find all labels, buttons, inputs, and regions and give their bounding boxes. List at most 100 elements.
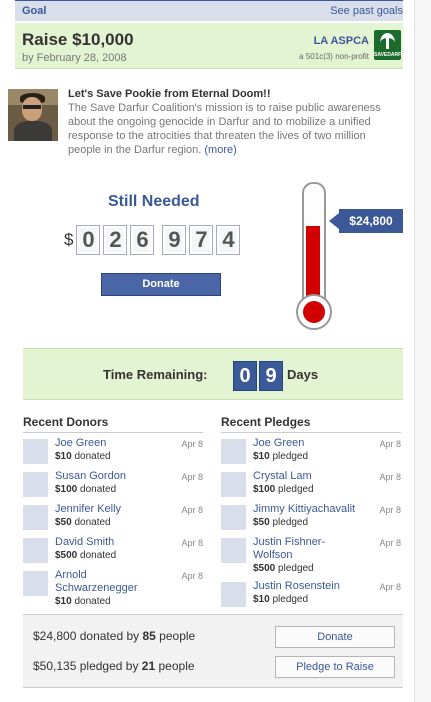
pledge-item: Justin Rosenstein $10 pledged Apr 8 (221, 580, 401, 609)
donor-name[interactable]: David Smith (55, 536, 114, 548)
story-title: Let's Save Pookie from Eternal Doom!! (68, 88, 271, 100)
donated-people: people (159, 629, 196, 643)
donor-item: David Smith $500 donated Apr 8 (23, 536, 203, 565)
goal-title: Raise $10,000 (22, 30, 134, 49)
counter-digit: 2 (103, 225, 128, 255)
pledge-item: Joe Green $10 pledged Apr 8 (221, 437, 401, 466)
avatar[interactable] (221, 439, 246, 464)
recent-pledges-title: Recent Pledges (221, 415, 401, 433)
recent-pledges: Recent Pledges Joe Green $10 pledged Apr … (221, 415, 401, 609)
donor-amount: $10 (55, 596, 72, 607)
days-unit: Days (287, 367, 319, 382)
pledge-date: Apr 8 (379, 472, 401, 482)
donor-verb: donated (80, 550, 117, 561)
time-remaining-box: Time Remaining: 0 9 Days (23, 348, 403, 400)
donor-amount: $100 (55, 484, 78, 495)
currency-symbol: $ (64, 230, 74, 249)
donated-text: donated by (79, 629, 140, 643)
donor-date: Apr 8 (181, 472, 203, 482)
donor-item: Susan Gordon $100 donated Apr 8 (23, 470, 203, 499)
counter-digit: 9 (162, 225, 187, 255)
pledger-name[interactable]: Crystal Lam (253, 470, 312, 482)
donor-name[interactable]: Susan Gordon (55, 470, 126, 482)
donor-date: Apr 8 (181, 538, 203, 548)
donor-item: Arnold Schwarzenegger $10 donated Apr 8 (23, 569, 203, 609)
pledge-date: Apr 8 (379, 538, 401, 548)
pledge-amount: $50 (253, 517, 270, 528)
goal-deadline: by February 28, 2008 (22, 52, 127, 64)
pledge-verb: pledged (278, 563, 314, 574)
pledge-amount: $500 (253, 563, 276, 574)
days-digit: 9 (259, 361, 283, 391)
pledged-people: people (158, 659, 195, 673)
avatar[interactable] (23, 505, 48, 530)
save-darfur-logo[interactable]: SAVEDARFUR (374, 30, 409, 60)
summary-donate-button[interactable]: Donate (275, 626, 395, 648)
time-remaining-label: Time Remaining: (103, 367, 208, 382)
donor-date: Apr 8 (181, 571, 203, 581)
pledger-name[interactable]: Jimmy Kittiyachavalit (253, 503, 355, 515)
pledge-verb: pledged (272, 451, 309, 462)
raised-amount: $24,800 (339, 209, 403, 233)
more-link[interactable]: (more) (204, 144, 236, 156)
pledger-name[interactable]: Justin Rosenstein (253, 580, 340, 592)
avatar[interactable] (221, 472, 246, 497)
donor-count: 85 (142, 629, 156, 643)
donor-amount: $50 (55, 517, 72, 528)
pledge-verb: pledged (272, 594, 309, 605)
donated-total: $24,800 (33, 629, 77, 643)
story-photo (8, 89, 58, 141)
recent-donors-title: Recent Donors (23, 415, 203, 433)
counter-digit: 0 (76, 225, 101, 255)
days-digit: 0 (233, 361, 257, 391)
right-scroll-rail (414, 0, 431, 702)
donor-amount: $500 (55, 550, 78, 561)
donated-summary: $24,800 donated by 85 people (33, 629, 195, 643)
goal-header: Goal See past goals (15, 0, 403, 21)
see-past-goals-link[interactable]: See past goals (330, 5, 403, 17)
goal-label: Goal (22, 5, 47, 17)
goal-panel: Goal See past goals Raise $10,000 by Feb… (15, 0, 409, 69)
pledge-verb: pledged (272, 517, 309, 528)
pledger-name[interactable]: Joe Green (253, 437, 304, 449)
pledge-amount: $10 (253, 451, 270, 462)
organization-status: a 501c(3) non-profit (299, 52, 369, 61)
donor-name[interactable]: Arnold Schwarzenegger (55, 569, 138, 594)
avatar[interactable] (23, 571, 48, 596)
logo-text: SAVEDARFUR (374, 52, 409, 58)
avatar[interactable] (221, 505, 246, 530)
days-counter: 0 9 (233, 361, 285, 391)
avatar[interactable] (23, 472, 48, 497)
counter-digit: 6 (130, 225, 155, 255)
story-body: The Save Darfur Coalition's mission is t… (68, 101, 388, 157)
donor-verb: donated (74, 451, 111, 462)
avatar[interactable] (23, 439, 48, 464)
thermometer-bulb (296, 294, 332, 330)
donor-name[interactable]: Joe Green (55, 437, 106, 449)
pledge-item: Jimmy Kittiyachavalit $50 pledged Apr 8 (221, 503, 401, 532)
pledger-count: 21 (141, 659, 156, 673)
counter-digit: 7 (189, 225, 214, 255)
avatar[interactable] (221, 538, 246, 563)
organization-link[interactable]: LA ASPCA (314, 35, 369, 47)
amount-needed-counter: $ 0 2 6 9 7 4 (64, 225, 243, 255)
thermometer (296, 182, 332, 330)
pledge-amount: $100 (253, 484, 276, 495)
pledged-total: $50,135 (33, 659, 77, 673)
donor-verb: donated (74, 596, 111, 607)
avatar[interactable] (23, 538, 48, 563)
pledger-name[interactable]: Justin Fishner-Wolfson (253, 536, 325, 561)
donor-amount: $10 (55, 451, 72, 462)
pledge-to-raise-button[interactable]: Pledge to Raise (275, 656, 395, 678)
pledged-text: pledged by (79, 659, 139, 673)
donor-item: Joe Green $10 donated Apr 8 (23, 437, 203, 466)
pledge-date: Apr 8 (379, 582, 401, 592)
donor-name[interactable]: Jennifer Kelly (55, 503, 121, 515)
donor-date: Apr 8 (181, 505, 203, 515)
pledge-item: Justin Fishner-Wolfson $500 pledged Apr 8 (221, 536, 401, 576)
still-needed-label: Still Needed (108, 193, 200, 210)
donate-button[interactable]: Donate (101, 273, 221, 296)
recent-donors: Recent Donors Joe Green $10 donated Apr 8… (23, 415, 203, 609)
flag-arrow (329, 213, 339, 229)
avatar[interactable] (221, 582, 246, 607)
